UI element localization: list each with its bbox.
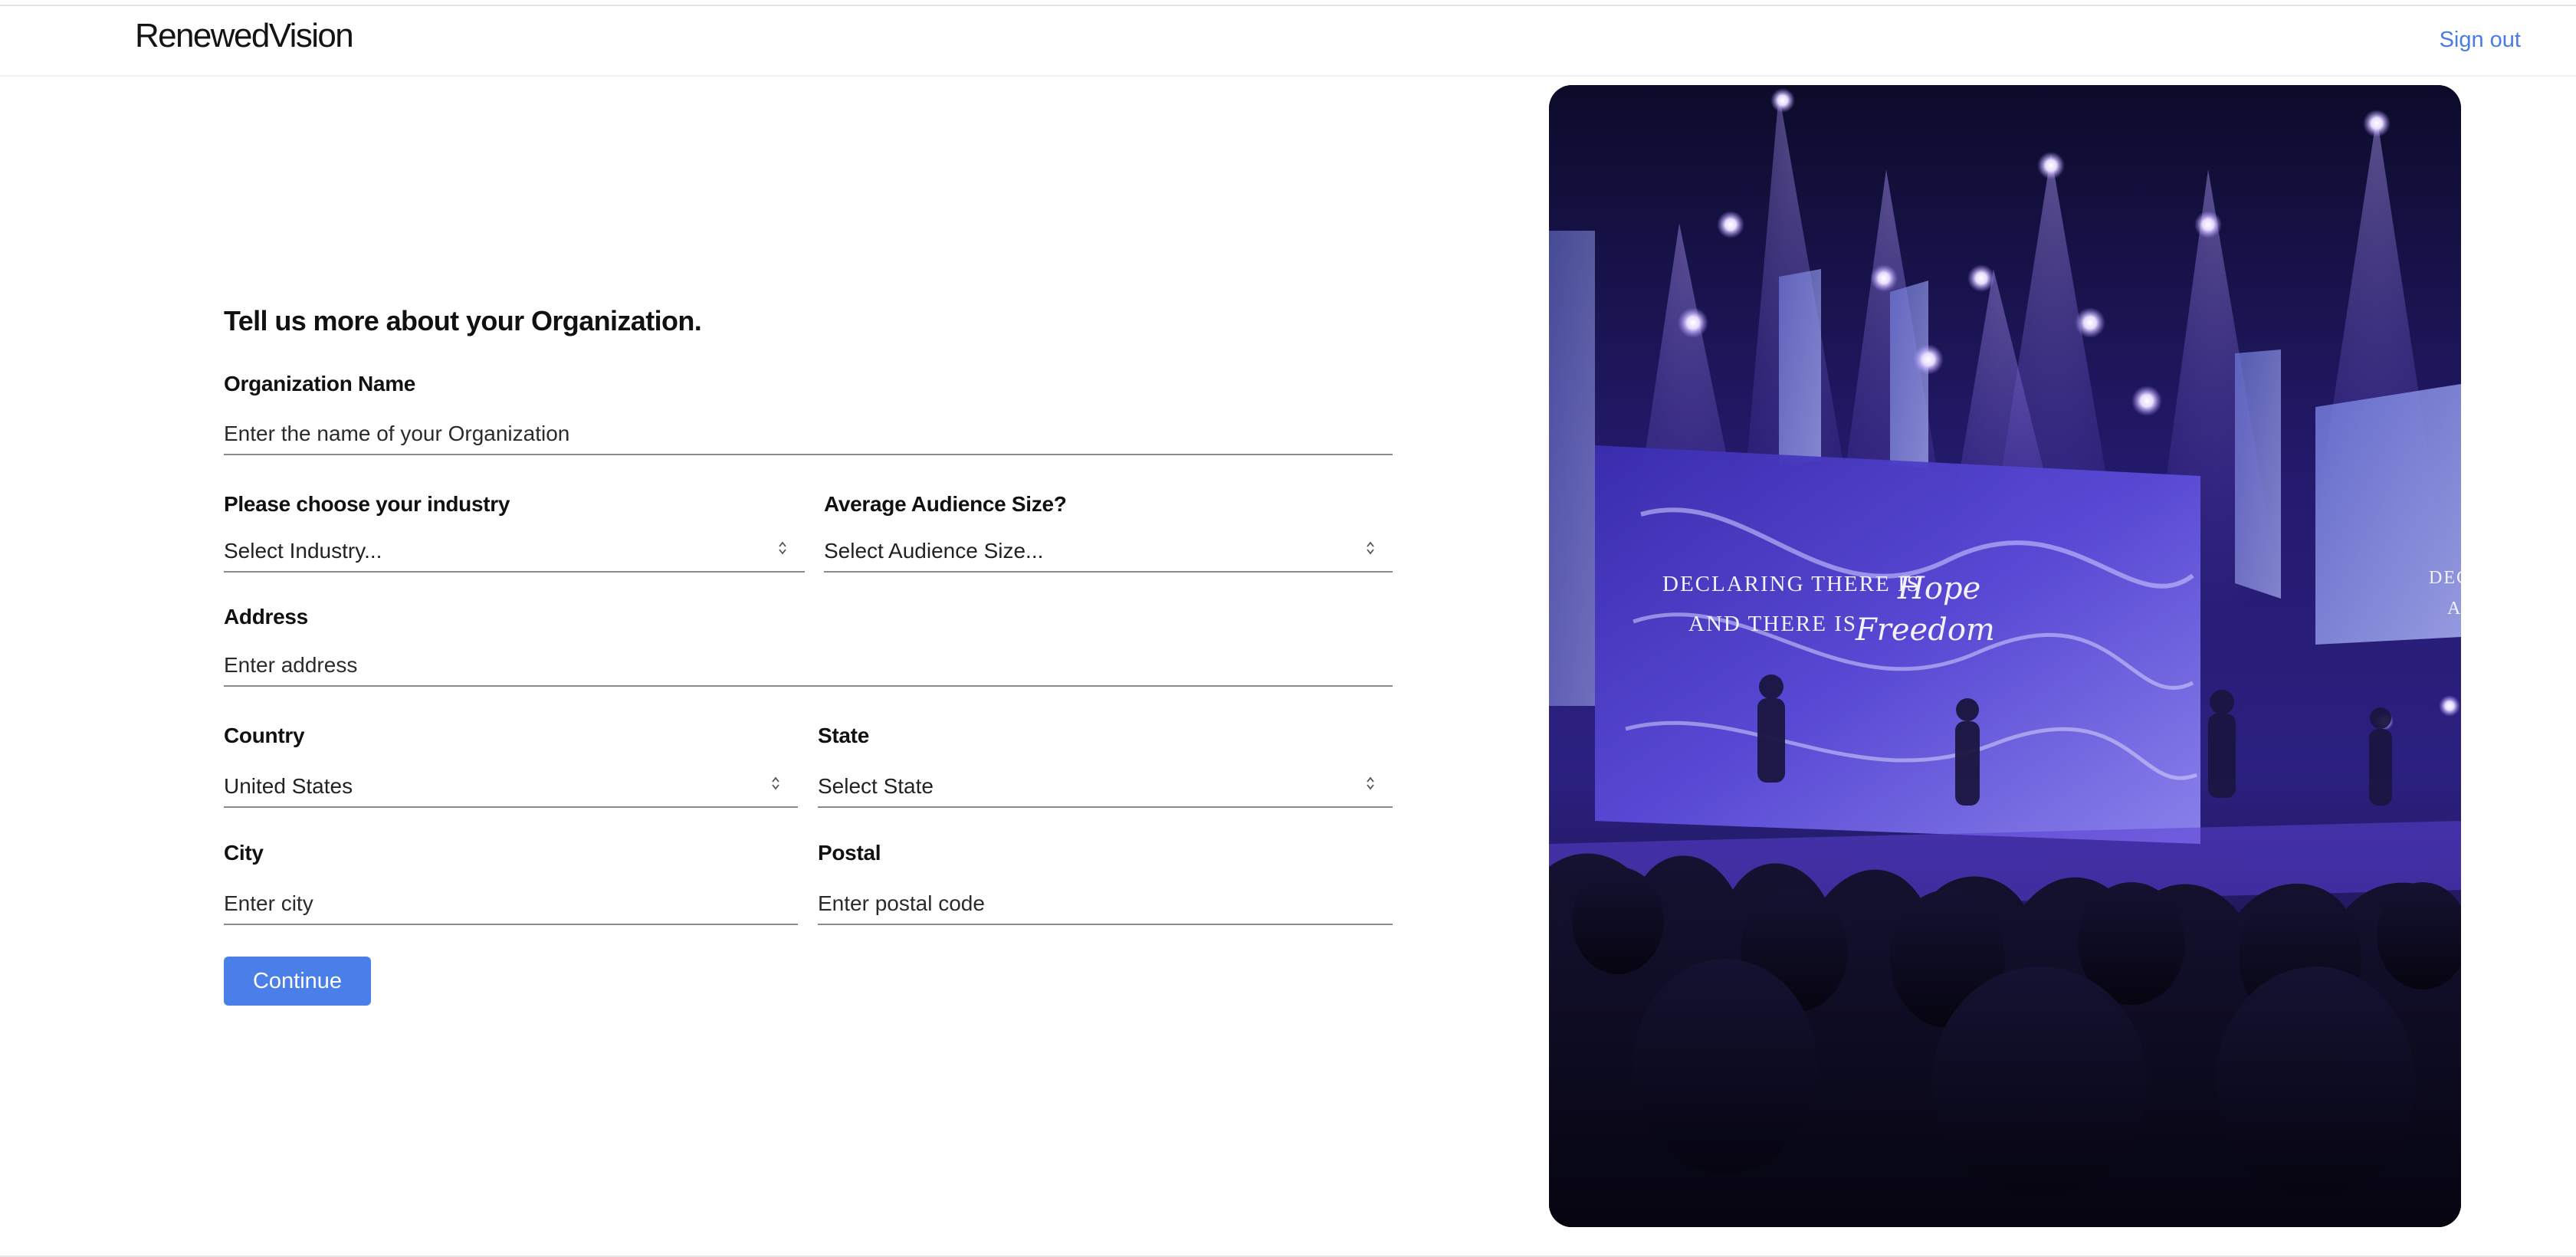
org-name-label: Organization Name (224, 372, 416, 395)
screen-text-word2: Freedom (1855, 612, 1995, 648)
select-arrows-icon (1367, 776, 1374, 790)
state-selected-value: Select State (818, 774, 934, 798)
select-arrows-icon (779, 541, 786, 555)
screen-text-line1: DECLARING THERE IS (1662, 572, 1921, 596)
address-input[interactable] (224, 645, 1393, 687)
address-label: Address (224, 605, 308, 628)
sign-out-link[interactable]: Sign out (2440, 28, 2521, 53)
select-arrows-icon (1367, 541, 1374, 555)
industry-select[interactable]: Select Industry... (224, 531, 805, 573)
state-select[interactable]: Select State (818, 766, 1393, 808)
state-label: State (818, 724, 869, 747)
screen-text-right-line2: A (2447, 599, 2461, 619)
city-input[interactable] (224, 884, 798, 925)
industry-selected-value: Select Industry... (224, 539, 382, 563)
screen-text-right-line1: DEC (2429, 568, 2461, 588)
city-label: City (224, 841, 264, 865)
screen-text-word1: Hope (1897, 571, 1980, 606)
audience-label: Average Audience Size? (824, 492, 1067, 516)
audience-select[interactable]: Select Audience Size... (824, 531, 1393, 573)
continue-button[interactable]: Continue (224, 957, 371, 1006)
industry-label: Please choose your industry (224, 492, 510, 516)
page: RenewedVision Sign out Tell us more abou… (0, 0, 2576, 1257)
country-selected-value: United States (224, 774, 353, 798)
select-arrows-icon (772, 776, 779, 790)
audience-selected-value: Select Audience Size... (824, 539, 1044, 563)
hero-image: DECLARING THERE IS Hope AND THERE IS Fre… (1549, 85, 2461, 1227)
postal-input[interactable] (818, 884, 1393, 925)
org-name-input[interactable] (224, 414, 1393, 455)
form-title: Tell us more about your Organization. (224, 305, 702, 336)
postal-label: Postal (818, 841, 881, 865)
concert-stage-illustration: DECLARING THERE IS Hope AND THERE IS Fre… (1549, 85, 2461, 1227)
header: RenewedVision Sign out (0, 6, 2576, 77)
country-select[interactable]: United States (224, 766, 798, 808)
brand-logo[interactable]: RenewedVision (135, 17, 354, 55)
screen-text-line2: AND THERE IS (1688, 612, 1857, 636)
country-label: Country (224, 724, 305, 747)
